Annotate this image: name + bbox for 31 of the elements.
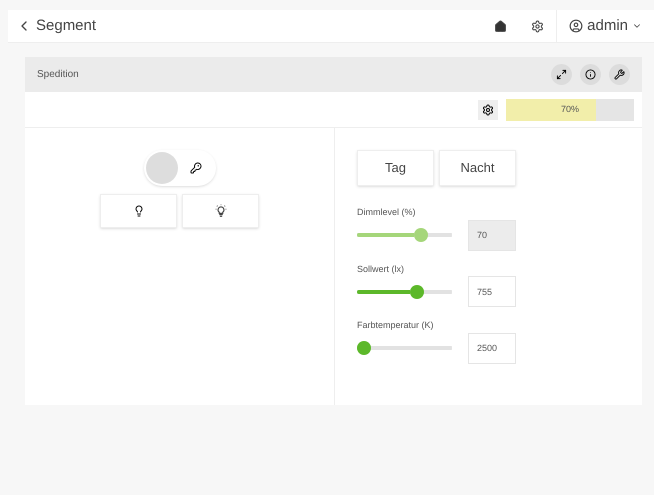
user-icon (569, 19, 584, 33)
gear-icon (482, 104, 494, 116)
slider-fill (357, 290, 410, 294)
card-title: Spedition (37, 68, 79, 82)
slider-thumb[interactable] (410, 284, 424, 298)
gear-button[interactable] (478, 100, 498, 120)
expand-button[interactable] (551, 64, 572, 85)
slider-label: Farbtemperatur (K) (357, 319, 435, 332)
info-button[interactable] (580, 64, 601, 85)
info-icon (585, 69, 596, 80)
user-menu[interactable]: admin (556, 10, 654, 42)
mode-button[interactable]: Nacht (439, 150, 516, 186)
mode-button[interactable]: Tag (357, 150, 434, 186)
toggle-switch[interactable] (144, 150, 216, 186)
expand-icon (556, 69, 567, 80)
bulb-icon (132, 205, 144, 217)
switch-knob (146, 152, 178, 184)
key-icon (190, 162, 202, 174)
slider-label: Dimmlevel (%) (357, 206, 416, 219)
settings-icon (531, 20, 544, 32)
value-field[interactable]: 2500 (468, 332, 516, 364)
slider-thumb[interactable] (357, 341, 371, 355)
slider-fill (357, 233, 414, 237)
slider-label: Sollwert (lx) (357, 262, 406, 276)
home-icon (494, 20, 508, 32)
wrench-icon (614, 69, 625, 80)
value-field[interactable]: 755 (468, 276, 516, 307)
back-button[interactable]: Segment (8, 14, 96, 38)
bright-bulb-icon (214, 204, 228, 218)
wrench-button[interactable] (609, 64, 630, 85)
progress-label: 70% (560, 102, 580, 116)
